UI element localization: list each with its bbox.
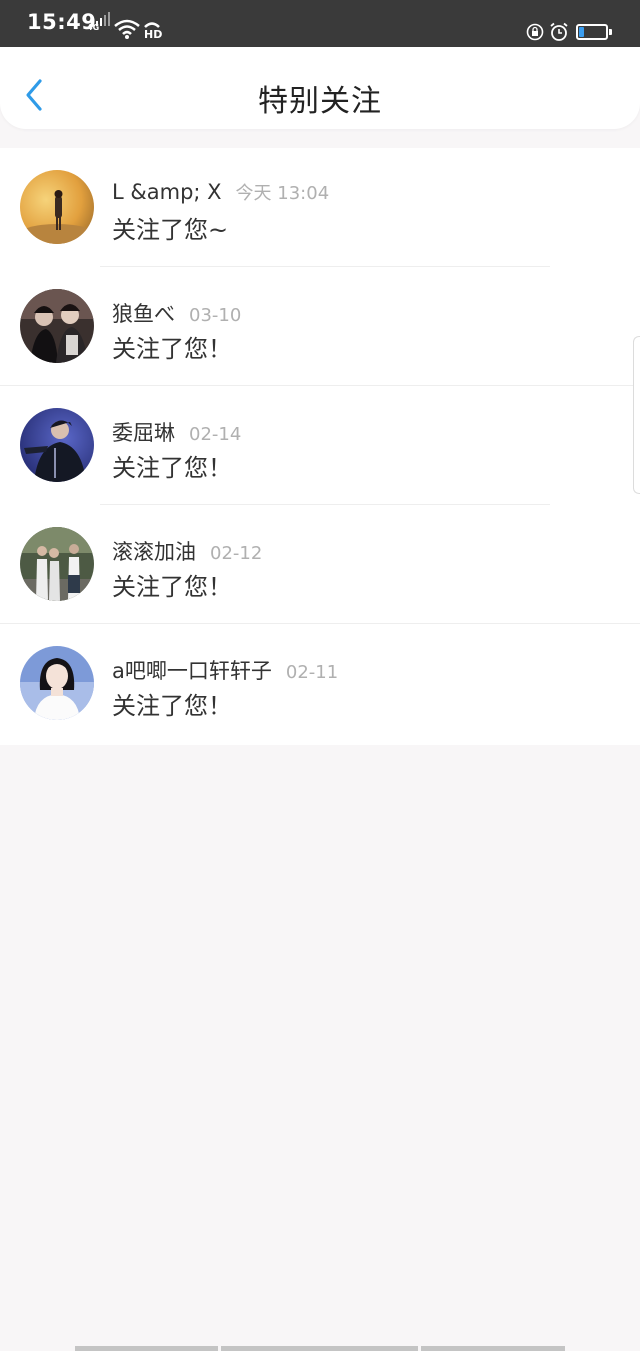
avatar[interactable] (20, 289, 94, 363)
timestamp: 今天 13:04 (235, 183, 330, 204)
notification-message: 关注了您！ (112, 454, 232, 482)
notification-message: 关注了您！ (112, 335, 232, 363)
notification-message: 关注了您！ (112, 573, 232, 601)
user-name: 狼鱼べ 03-10 (112, 302, 242, 326)
alarm-icon (550, 22, 568, 41)
user-name: a吧唧一口轩轩子 02-11 (112, 659, 339, 683)
notification-message: 关注了您！ (112, 692, 232, 720)
timestamp: 02-12 (210, 543, 263, 564)
nav-indicator-home[interactable] (221, 1346, 418, 1351)
status-bar: 15:49 4G HD (0, 0, 640, 47)
navigation-bar: 特别关注 (0, 47, 640, 129)
edge-handle[interactable] (633, 336, 640, 494)
timestamp: 02-11 (285, 662, 339, 683)
wifi-icon (114, 19, 140, 39)
timestamp: 02-14 (189, 424, 242, 445)
rotation-lock-icon (526, 23, 544, 41)
list-item[interactable]: L &amp; X 今天 13:04 关注了您~ (0, 148, 640, 267)
notification-message: 关注了您~ (112, 216, 229, 244)
hd-label: HD (144, 28, 163, 41)
list-item[interactable]: a吧唧一口轩轩子 02-11 关注了您！ (0, 624, 640, 743)
battery-cap (609, 29, 612, 35)
list-item[interactable]: 委屈琳 02-14 关注了您！ (0, 386, 640, 505)
user-name: L &amp; X 今天 13:04 (112, 180, 330, 204)
avatar[interactable] (20, 527, 94, 601)
avatar[interactable] (20, 170, 94, 244)
page-title: 特别关注 (258, 84, 382, 119)
user-name: 委屈琳 02-14 (112, 421, 242, 445)
nav-indicator-left[interactable] (75, 1346, 218, 1351)
list-item[interactable]: 狼鱼べ 03-10 关注了您！ (0, 267, 640, 386)
status-time: 15:49 (27, 10, 97, 34)
avatar[interactable] (20, 646, 94, 720)
avatar[interactable] (20, 408, 94, 482)
battery-icon (576, 24, 608, 40)
timestamp: 03-10 (189, 305, 242, 326)
nav-indicator-right[interactable] (421, 1346, 565, 1351)
user-name: 滚滚加油 02-12 (112, 540, 263, 564)
notification-list: L &amp; X今天 13:04 关注了您~ 狼鱼べ03-10 关注了您！ (0, 148, 640, 745)
list-item[interactable]: 滚滚加油 02-12 关注了您！ (0, 505, 640, 624)
